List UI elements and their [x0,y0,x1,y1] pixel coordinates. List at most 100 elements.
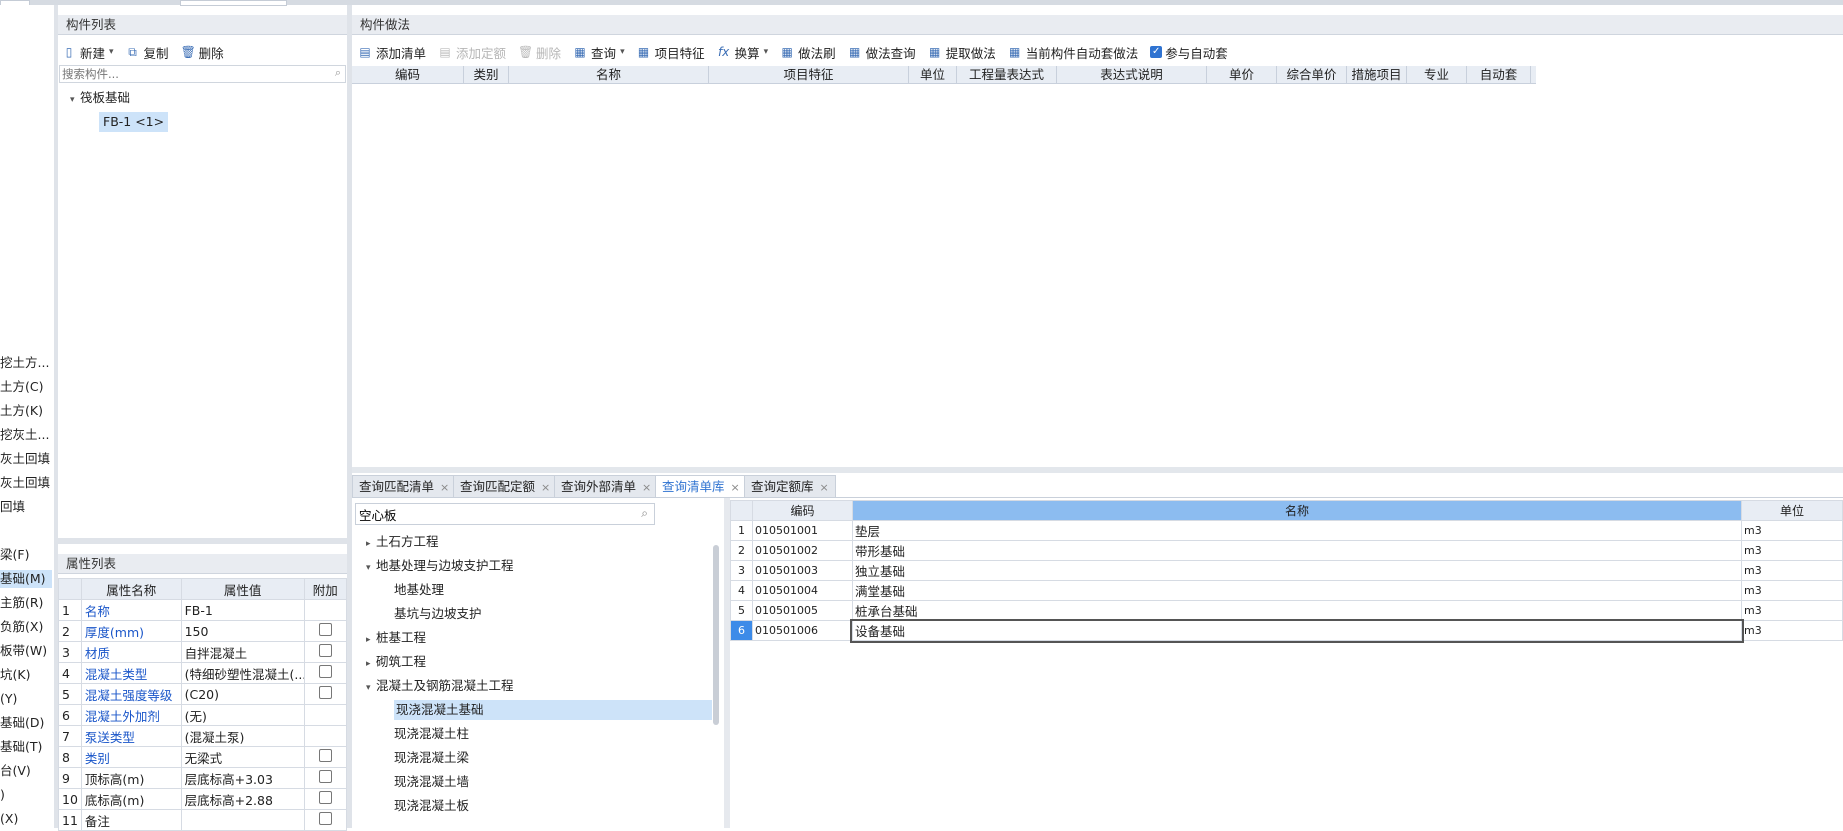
delete-method-button[interactable]: 🗑 删除 [518,43,561,62]
property-row[interactable]: 11 备注 [58,809,348,831]
property-row[interactable]: 2 厚度(mm) 150 [58,620,348,642]
nav-item[interactable]: 基础(D) [0,714,52,732]
method-column-header[interactable]: 类别 [464,66,509,83]
result-row[interactable]: 5 010501005 桩承台基础 m3 [730,600,1843,621]
query-tree-node[interactable]: 现浇混凝土梁 [394,748,469,768]
tree-scrollbar[interactable] [713,545,719,725]
method-column-header[interactable]: 工程量表达式 [957,66,1057,83]
property-value[interactable]: (混凝土泵) [180,725,305,747]
chevron-down-icon[interactable]: ▾ [620,47,625,57]
query-tree-node[interactable]: ▸ 桩基工程 [366,628,426,648]
nav-item[interactable]: (Y) [0,690,52,708]
chevron-down-icon[interactable]: ▾ [109,47,114,57]
query-tree-node[interactable]: 现浇混凝土板 [394,796,469,816]
tree-root-raft-foundation[interactable]: ▾ 筏板基础 [70,88,130,108]
add-list-button[interactable]: ▤ 添加清单 [358,43,426,62]
property-value[interactable]: (无) [180,704,305,726]
query-tree-node[interactable]: 现浇混凝土柱 [394,724,469,744]
property-value[interactable]: 层底标高+2.88 [180,788,305,810]
property-value[interactable]: 自拌混凝土 [180,641,305,663]
property-value[interactable]: 150 [180,620,305,642]
close-icon[interactable]: × [541,481,550,494]
nav-item[interactable]: 坑(K) [0,666,52,684]
nav-item[interactable]: 基础(T) [0,738,52,756]
query-tree-node[interactable]: 基坑与边坡支护 [394,604,482,624]
convert-button[interactable]: fx 换算 ▾ [717,43,769,62]
nav-item[interactable]: 回填 [0,498,52,516]
nav-item[interactable]: 台(V) [0,762,52,780]
nav-item[interactable]: ) [0,786,52,804]
query-tree-node[interactable]: ▾ 混凝土及钢筋混凝土工程 [366,676,514,696]
property-row[interactable]: 5 混凝土强度等级 (C20) [58,683,348,705]
result-row[interactable]: 3 010501003 独立基础 m3 [730,560,1843,581]
extra-checkbox[interactable] [318,623,332,636]
property-row[interactable]: 4 混凝土类型 (特细砂塑性混凝土(... [58,662,348,684]
delete-component-button[interactable]: 🗑 删除 [181,43,224,62]
property-row[interactable]: 1 名称 FB-1 [58,599,348,621]
method-column-header[interactable]: 名称 [509,66,709,83]
search-icon[interactable]: ⌕ [335,66,341,80]
collapse-arrow-icon[interactable]: ▾ [366,678,376,698]
query-button[interactable]: ▦ 查询 ▾ [573,43,625,62]
expand-arrow-icon[interactable]: ▸ [366,630,376,650]
result-name-header[interactable]: 名称 [851,500,1743,521]
extra-checkbox[interactable] [318,686,332,699]
query-tree-node[interactable]: 地基处理 [394,580,444,600]
property-value[interactable]: 层底标高+3.03 [180,767,305,789]
extra-checkbox[interactable] [318,749,332,762]
close-icon[interactable]: × [731,481,740,494]
property-row[interactable]: 6 混凝土外加剂 (无) [58,704,348,726]
item-feature-button[interactable]: ▦ 项目特征 [637,43,705,62]
tree-item-fb1[interactable]: FB-1 <1> [99,112,169,132]
component-search-input[interactable] [60,66,314,81]
query-tree-node[interactable]: 现浇混凝土墙 [394,772,469,792]
property-row[interactable]: 7 泵送类型 (混凝土泵) [58,725,348,747]
nav-item[interactable]: 挖灰土... [0,426,52,444]
bottom-tab[interactable]: 查询匹配清单 × [352,475,457,497]
nav-item[interactable]: (X) [0,810,52,828]
splitter-horizontal[interactable] [352,467,1843,473]
method-brush-button[interactable]: ▦ 做法刷 [780,43,835,62]
result-row[interactable]: 1 010501001 垫层 m3 [730,520,1843,541]
extract-method-button[interactable]: ▦ 提取做法 [928,43,996,62]
chevron-down-icon[interactable]: ▾ [764,47,769,57]
query-search-input[interactable] [356,504,622,524]
result-row[interactable]: 2 010501002 带形基础 m3 [730,540,1843,561]
bottom-tab[interactable]: 查询定额库 × [744,475,836,497]
nav-item[interactable]: 灰土回填 [0,450,52,468]
search-icon[interactable]: ⌕ [641,506,648,521]
close-icon[interactable]: × [820,481,829,494]
nav-item[interactable]: 土方(C) [0,378,52,396]
nav-item[interactable]: 梁(F) [0,546,52,564]
nav-item[interactable]: 土方(K) [0,402,52,420]
property-row[interactable]: 8 类别 无梁式 [58,746,348,768]
new-component-button[interactable]: ▯ 新建 ▾ [62,43,114,62]
bottom-tab[interactable]: 查询外部清单 × [554,475,659,497]
expand-arrow-icon[interactable]: ▸ [366,654,376,674]
expand-arrow-icon[interactable]: ▸ [366,534,376,554]
bottom-tab[interactable]: 查询匹配定额 × [453,475,558,497]
query-tree-node[interactable]: ▸ 土石方工程 [366,532,439,552]
method-column-header[interactable]: 单价 [1207,66,1277,83]
extra-checkbox[interactable] [318,665,332,678]
result-row[interactable]: 4 010501004 满堂基础 m3 [730,580,1843,601]
method-column-header[interactable]: 单位 [909,66,957,83]
method-column-header[interactable]: 综合单价 [1277,66,1347,83]
nav-item[interactable]: 板带(W) [0,642,52,660]
close-icon[interactable]: × [642,481,651,494]
expand-arrow-icon[interactable]: ▾ [70,90,80,110]
property-row[interactable]: 3 材质 自拌混凝土 [58,641,348,663]
query-tree-node[interactable]: 现浇混凝土基础 [394,700,712,720]
nav-item[interactable]: 灰土回填 [0,474,52,492]
result-row[interactable]: 6 010501006 设备基础 m3 [730,618,1843,643]
bottom-tab[interactable]: 查询清单库 × [655,475,747,497]
method-column-header[interactable]: 自动套 [1467,66,1531,83]
nav-item[interactable]: 基础(M) [0,570,52,588]
extra-checkbox[interactable] [318,791,332,804]
extra-checkbox[interactable] [318,644,332,657]
extra-checkbox[interactable] [318,812,332,825]
method-query-button[interactable]: ▦ 做法查询 [848,43,916,62]
property-value[interactable] [180,809,305,831]
property-value[interactable]: (特细砂塑性混凝土(... [180,662,305,684]
nav-item[interactable]: 挖土方... [0,354,52,372]
